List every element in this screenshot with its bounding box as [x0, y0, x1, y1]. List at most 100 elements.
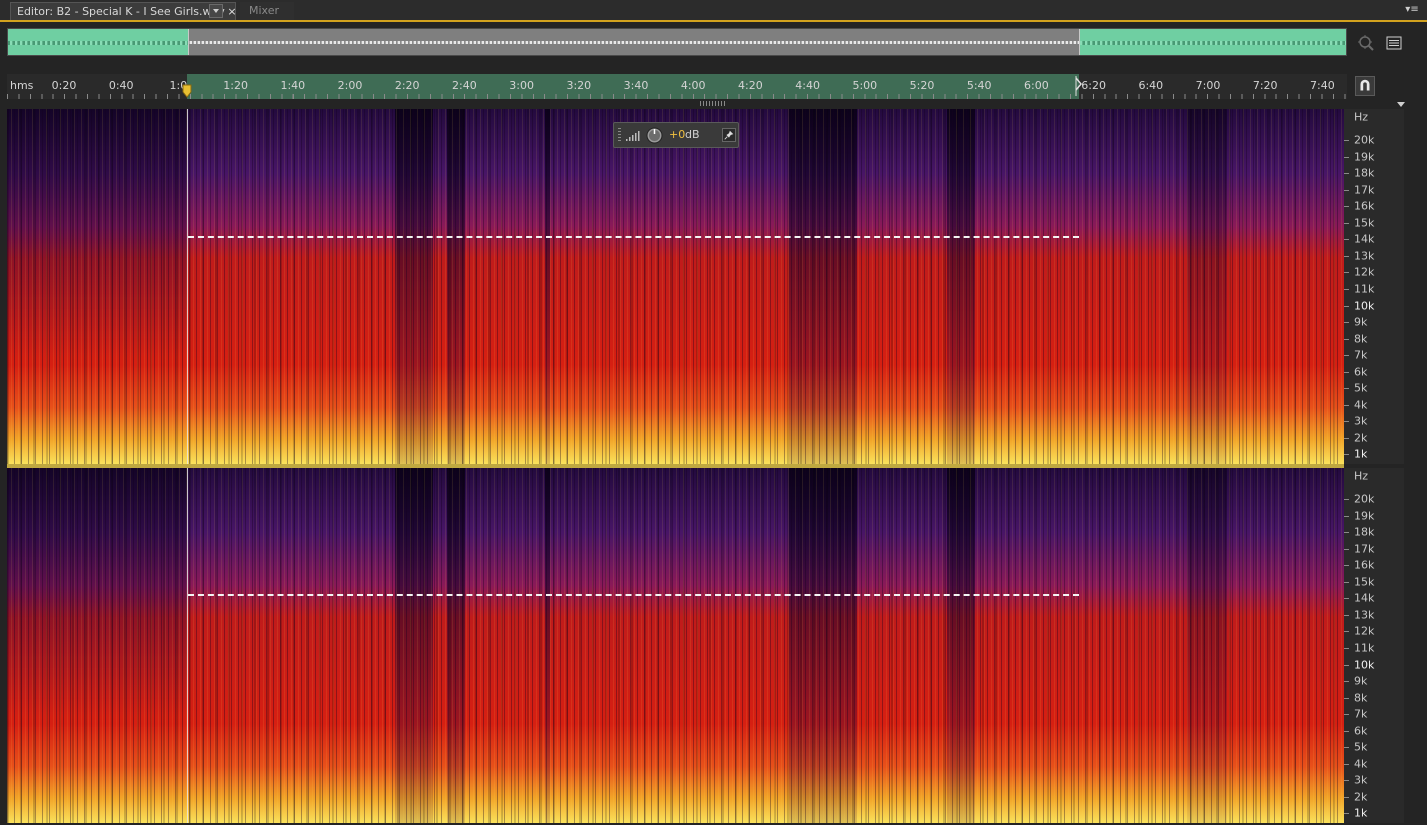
frequency-tick: [1344, 747, 1349, 749]
ruler-resize-grip[interactable]: [700, 101, 726, 106]
frequency-tick: [1344, 189, 1349, 191]
frequency-tick-label: 8k: [1354, 332, 1368, 346]
playhead-cursor-line: [187, 468, 188, 823]
timeline-tick-label: 6:40: [1138, 79, 1164, 92]
frequency-tick: [1344, 355, 1349, 357]
timeline-tick-label: 3:20: [566, 79, 592, 92]
timeline-tick-label: 1:40: [280, 79, 306, 92]
volume-value[interactable]: +0: [669, 128, 685, 141]
timeline-tick-label: 0:40: [108, 79, 134, 92]
frequency-tick-label: 14k: [1354, 591, 1375, 605]
frequency-tick: [1344, 322, 1349, 324]
tab-editor[interactable]: Editor: B2 - Special K - I See Girls.wav…: [10, 2, 237, 21]
frequency-tick-label: 9k: [1354, 315, 1368, 329]
tab-mixer-label: Mixer: [249, 4, 280, 17]
timeline-tick-label: 6:00: [1024, 79, 1049, 92]
frequency-tick-label: 13k: [1354, 249, 1375, 263]
volume-hud[interactable]: +0 dB: [613, 122, 739, 148]
frequency-tick: [1344, 565, 1349, 567]
frequency-tick-label: 4k: [1354, 398, 1368, 412]
frequency-tick-label: 11k: [1354, 282, 1375, 296]
frequency-tick-label: 3k: [1354, 414, 1368, 428]
panel-menu-icon[interactable]: ▾≡: [1403, 3, 1421, 17]
frequency-tick-label: 2k: [1354, 790, 1368, 804]
timeline-tick-label: 5:40: [966, 79, 992, 92]
frequency-tick-label: 14k: [1354, 232, 1375, 246]
frequency-tick-label: 18k: [1354, 166, 1375, 180]
frequency-tick-label: 7k: [1354, 348, 1368, 362]
spectrogram-texture: [7, 468, 1344, 823]
timeline-ruler[interactable]: hms 0:20 0:40 1:0 1:20 1:40 2:00 2:20 2:40 3:00 3…: [7, 74, 1347, 99]
frequency-tick-label: 3k: [1354, 773, 1368, 787]
frequency-tick: [1344, 272, 1349, 274]
timeline-tick-label: 4:20: [738, 79, 763, 92]
zoom-selection-icon[interactable]: [1357, 34, 1375, 52]
overview-view-range[interactable]: [188, 29, 1080, 55]
hud-grip[interactable]: [618, 128, 621, 142]
tab-mixer[interactable]: Mixer: [240, 2, 294, 20]
timeline-tick-label: 2:20: [394, 79, 420, 92]
frequency-tick: [1344, 730, 1349, 732]
frequency-tick: [1344, 454, 1349, 456]
volume-unit: dB: [685, 128, 700, 141]
frequency-tick: [1344, 255, 1349, 257]
timeline-tick-label: 5:20: [909, 79, 935, 92]
playhead-marker-icon[interactable]: [182, 84, 192, 98]
tab-editor-label: Editor: B2 - Special K - I See Girls.wav: [17, 5, 225, 18]
frequency-tick: [1344, 598, 1349, 600]
timeline-tick-label: 4:40: [795, 79, 820, 92]
frequency-ruler-left[interactable]: Hz 20k 19k 18k 17k 16k 15k 14k 13k 12k 11k 10k 9k 8k 7…: [1344, 109, 1404, 464]
frequency-cutoff-guide[interactable]: [188, 594, 1079, 596]
volume-knob-icon[interactable]: [646, 127, 663, 144]
frequency-tick-label: 4k: [1354, 757, 1368, 771]
frequency-tick-label: 12k: [1354, 624, 1375, 638]
frequency-tick-label: 6k: [1354, 365, 1368, 379]
frequency-tick-label: 12k: [1354, 265, 1375, 279]
frequency-tick: [1344, 714, 1349, 716]
spectrogram-channel-left[interactable]: [7, 109, 1344, 464]
frequency-tick-label: 16k: [1354, 199, 1375, 213]
frequency-tick: [1344, 796, 1349, 798]
frequency-tick-label: 17k: [1354, 183, 1375, 197]
frequency-tick: [1344, 421, 1349, 423]
tab-dropdown-icon[interactable]: [209, 4, 223, 18]
frequency-tick-label: 5k: [1354, 381, 1368, 395]
frequency-tick: [1344, 813, 1349, 815]
pin-button[interactable]: [722, 128, 736, 142]
frequency-tick-label: 1k: [1354, 806, 1368, 820]
frequency-tick-label: 2k: [1354, 431, 1368, 445]
timeline-tick-label: 7:00: [1195, 79, 1221, 92]
frequency-ruler-right[interactable]: Hz 20k 19k 18k 17k 16k 15k 14k 13k 12k 11k 10k 9k 8k 7…: [1344, 468, 1404, 823]
frequency-tick: [1344, 140, 1349, 141]
timeline-tick-label: 2:00: [337, 79, 363, 92]
tab-bar: Editor: B2 - Special K - I See Girls.wav…: [0, 0, 1427, 22]
spectrogram-channel-right[interactable]: [7, 468, 1344, 823]
timeline-tick-label: 1:20: [223, 79, 248, 92]
spectrogram-texture: [7, 109, 1344, 464]
frequency-tick-label: 5k: [1354, 740, 1368, 754]
frequency-tick: [1344, 156, 1349, 158]
hamburger-menu-icon[interactable]: [1386, 36, 1402, 50]
frequency-tick: [1344, 614, 1349, 616]
frequency-tick-label: 19k: [1354, 509, 1375, 523]
frequency-tick-label: 11k: [1354, 641, 1375, 655]
tab-close-icon[interactable]: ×: [227, 3, 237, 21]
frequency-unit-label: Hz: [1354, 469, 1369, 483]
frequency-cutoff-guide[interactable]: [188, 236, 1079, 238]
timeline-ticks: [7, 94, 1347, 99]
frequency-tick: [1344, 681, 1349, 683]
frequency-tick-label: 13k: [1354, 608, 1375, 622]
frequency-tick: [1344, 548, 1349, 550]
selection-end-marker-icon[interactable]: [1075, 76, 1083, 96]
frequency-tick-label: 9k: [1354, 674, 1368, 688]
snap-toggle-button[interactable]: [1355, 76, 1375, 96]
frequency-tick-label: 16k: [1354, 558, 1375, 572]
frequency-menu-chevron-icon[interactable]: [1397, 102, 1405, 107]
frequency-tick-label: 15k: [1354, 216, 1375, 230]
frequency-tick: [1344, 388, 1349, 390]
frequency-tick: [1344, 206, 1349, 208]
frequency-tick-label: 1k: [1354, 447, 1368, 461]
magnet-icon: [1360, 79, 1370, 91]
frequency-tick: [1344, 288, 1349, 290]
overview-waveform[interactable]: [7, 28, 1347, 56]
